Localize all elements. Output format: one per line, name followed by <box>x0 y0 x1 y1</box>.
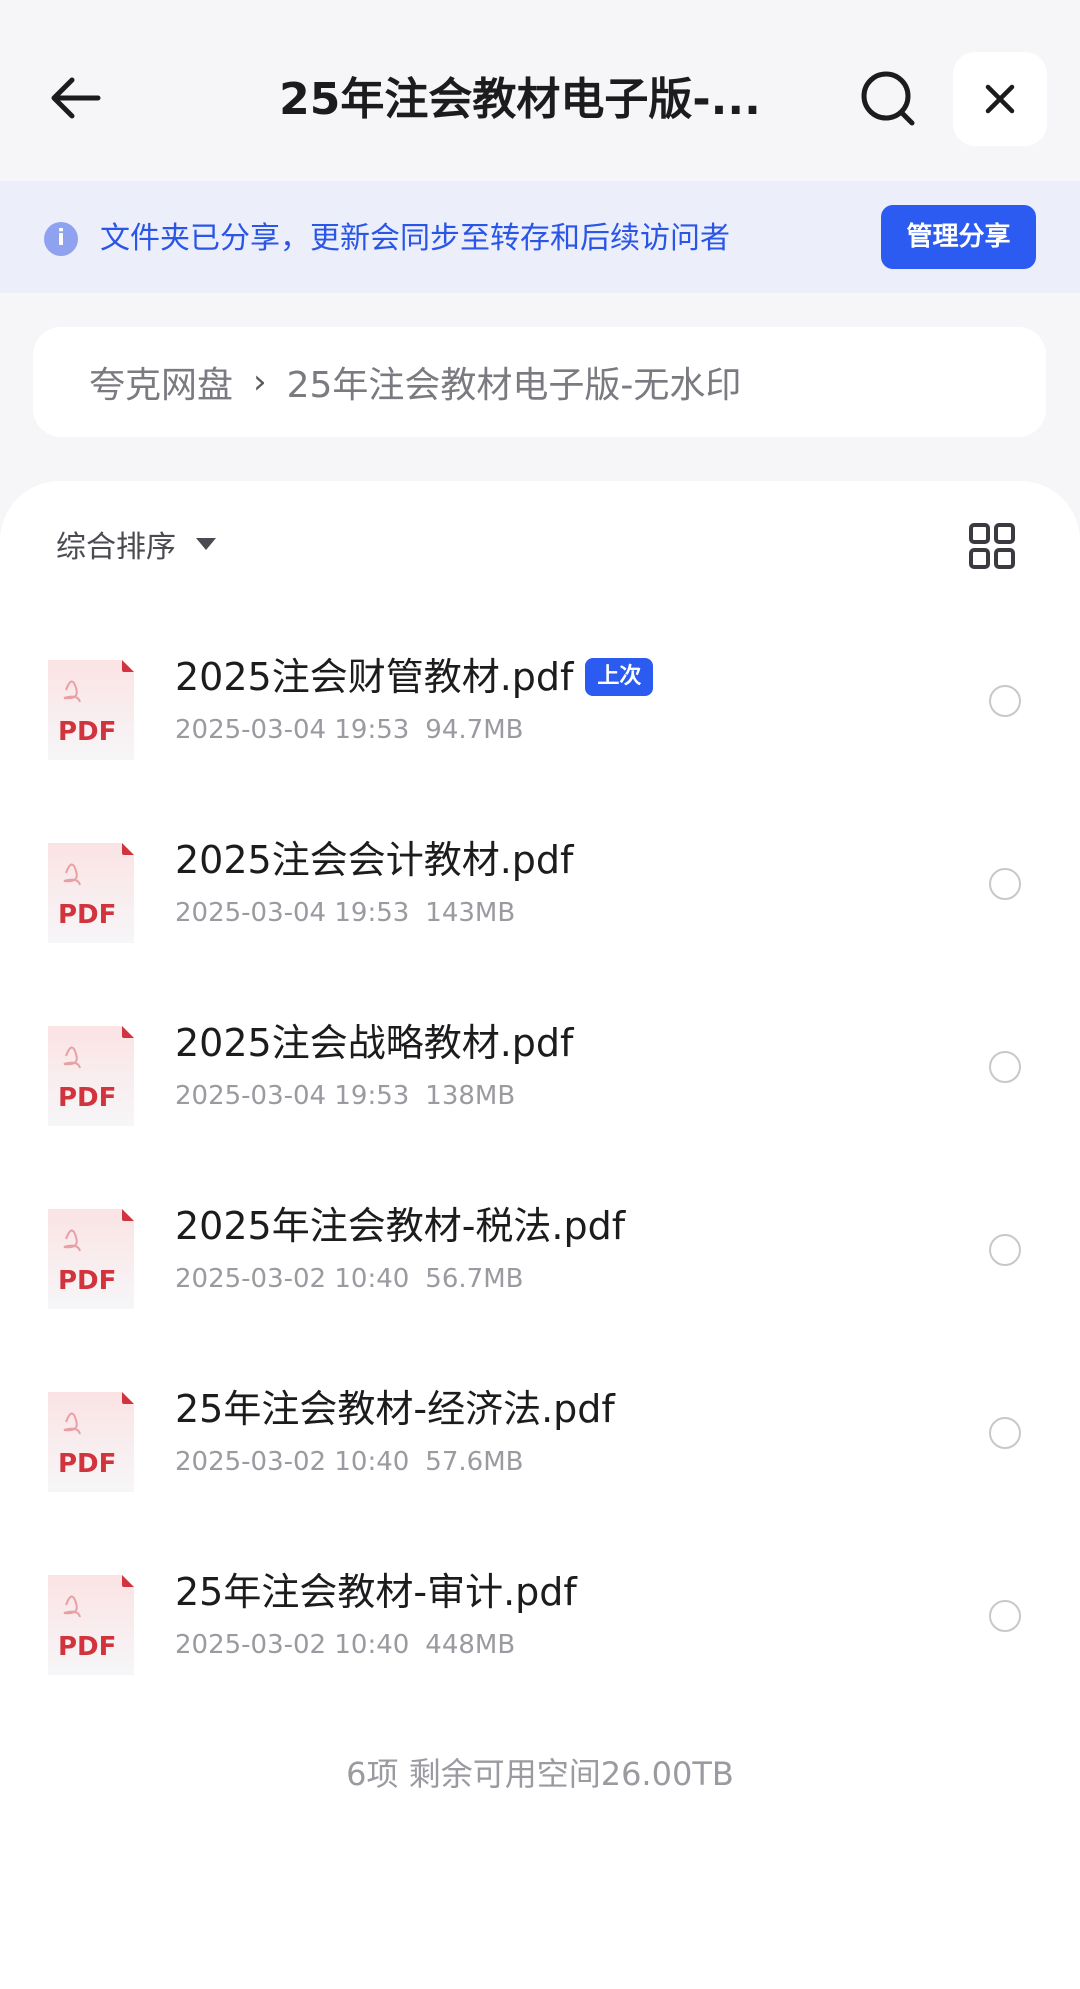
file-row[interactable]: PDF 2025年注会教材-税法.pdf 2025-03-02 10:40 56.… <box>0 1199 1080 1382</box>
file-row[interactable]: PDF 2025注会会计教材.pdf 2025-03-04 19:53 143MB <box>0 833 1080 1016</box>
back-button[interactable] <box>40 62 112 134</box>
pdf-type-label: PDF <box>58 1083 116 1113</box>
file-meta: 2025-03-02 10:40 56.7MB <box>175 1261 523 1297</box>
file-name: 2025年注会教材-税法.pdf <box>175 1199 625 1253</box>
file-row[interactable]: PDF 25年注会教材-审计.pdf 2025-03-02 10:40 448MB <box>0 1565 1080 1748</box>
pdf-file-icon: PDF <box>48 660 134 760</box>
caret-down-icon <box>196 538 216 550</box>
file-date: 2025-03-02 10:40 <box>175 1630 410 1660</box>
grid-view-icon <box>969 523 1015 569</box>
select-radio[interactable] <box>989 1051 1021 1083</box>
search-button[interactable] <box>852 62 924 134</box>
page-title: 25年注会教材电子版-... <box>279 74 761 125</box>
sort-label: 综合排序 <box>56 530 176 565</box>
info-icon: i <box>44 222 78 256</box>
close-button[interactable] <box>953 52 1047 146</box>
file-size: 138MB <box>425 1081 516 1111</box>
file-meta: 2025-03-04 19:53 94.7MB <box>175 712 523 748</box>
manage-share-button[interactable]: 管理分享 <box>881 205 1036 269</box>
breadcrumb-separator-icon: › <box>253 362 267 402</box>
file-size: 56.7MB <box>425 1264 524 1294</box>
breadcrumb: 夸克网盘 › 25年注会教材电子版-无水印 <box>33 327 1046 437</box>
close-icon <box>985 84 1015 114</box>
breadcrumb-root[interactable]: 夸克网盘 <box>89 356 233 408</box>
file-date: 2025-03-04 19:53 <box>175 715 410 745</box>
file-name-text: 2025注会会计教材.pdf <box>175 838 574 882</box>
file-size: 94.7MB <box>425 715 524 745</box>
file-row[interactable]: PDF 2025注会财管教材.pdf 上次 2025-03-04 19:53 94… <box>0 650 1080 833</box>
file-name: 2025注会会计教材.pdf <box>175 833 573 887</box>
search-icon <box>861 71 915 126</box>
file-date: 2025-03-02 10:40 <box>175 1264 410 1294</box>
select-radio[interactable] <box>989 1600 1021 1632</box>
file-meta: 2025-03-02 10:40 448MB <box>175 1627 515 1663</box>
select-radio[interactable] <box>989 685 1021 717</box>
pdf-file-icon: PDF <box>48 1575 134 1675</box>
grid-view-toggle[interactable] <box>968 522 1016 570</box>
select-radio[interactable] <box>989 1417 1021 1449</box>
pdf-type-label: PDF <box>58 1449 116 1479</box>
file-date: 2025-03-04 19:53 <box>175 898 410 928</box>
file-meta: 2025-03-02 10:40 57.6MB <box>175 1444 523 1480</box>
file-size: 448MB <box>425 1630 516 1660</box>
pdf-type-label: PDF <box>58 900 116 930</box>
pdf-file-icon: PDF <box>48 843 134 943</box>
file-row[interactable]: PDF 25年注会教材-经济法.pdf 2025-03-02 10:40 57.6… <box>0 1382 1080 1565</box>
file-browser-page: 25年注会教材电子版-... i 文件夹已分享，更新会同步至转存和后续访问者 管… <box>0 0 1080 1989</box>
file-meta: 2025-03-04 19:53 138MB <box>175 1078 515 1114</box>
storage-summary: 6项 剩余可用空间26.00TB <box>346 1755 734 1793</box>
file-name: 25年注会教材-审计.pdf <box>175 1565 577 1619</box>
pdf-type-label: PDF <box>58 717 116 747</box>
file-name: 2025注会财管教材.pdf 上次 <box>175 650 654 704</box>
file-name-text: 25年注会教材-经济法.pdf <box>175 1387 615 1431</box>
select-radio[interactable] <box>989 1234 1021 1266</box>
file-name-text: 2025注会财管教材.pdf <box>175 655 574 699</box>
file-name: 25年注会教材-经济法.pdf <box>175 1382 615 1436</box>
top-bar: 25年注会教材电子版-... <box>0 0 1080 181</box>
breadcrumb-current: 25年注会教材电子版-无水印 <box>286 365 742 406</box>
pdf-file-icon: PDF <box>48 1026 134 1126</box>
file-date: 2025-03-04 19:53 <box>175 1081 410 1111</box>
select-radio[interactable] <box>989 868 1021 900</box>
file-size: 143MB <box>425 898 516 928</box>
share-notice-text: 文件夹已分享，更新会同步至转存和后续访问者 <box>100 221 730 256</box>
pdf-file-icon: PDF <box>48 1392 134 1492</box>
file-name: 2025注会战略教材.pdf <box>175 1016 573 1070</box>
file-meta: 2025-03-04 19:53 143MB <box>175 895 515 931</box>
sort-dropdown[interactable]: 综合排序 <box>56 518 216 570</box>
file-date: 2025-03-02 10:40 <box>175 1447 410 1477</box>
file-name-text: 2025年注会教材-税法.pdf <box>175 1204 626 1248</box>
file-size: 57.6MB <box>425 1447 524 1477</box>
file-name-text: 2025注会战略教材.pdf <box>175 1021 574 1065</box>
arrow-left-icon <box>51 77 101 119</box>
recent-badge: 上次 <box>585 658 654 696</box>
file-row[interactable]: PDF 2025注会战略教材.pdf 2025-03-04 19:53 138MB <box>0 1016 1080 1199</box>
pdf-type-label: PDF <box>58 1632 116 1662</box>
file-name-text: 25年注会教材-审计.pdf <box>175 1570 577 1614</box>
pdf-type-label: PDF <box>58 1266 116 1296</box>
pdf-file-icon: PDF <box>48 1209 134 1309</box>
